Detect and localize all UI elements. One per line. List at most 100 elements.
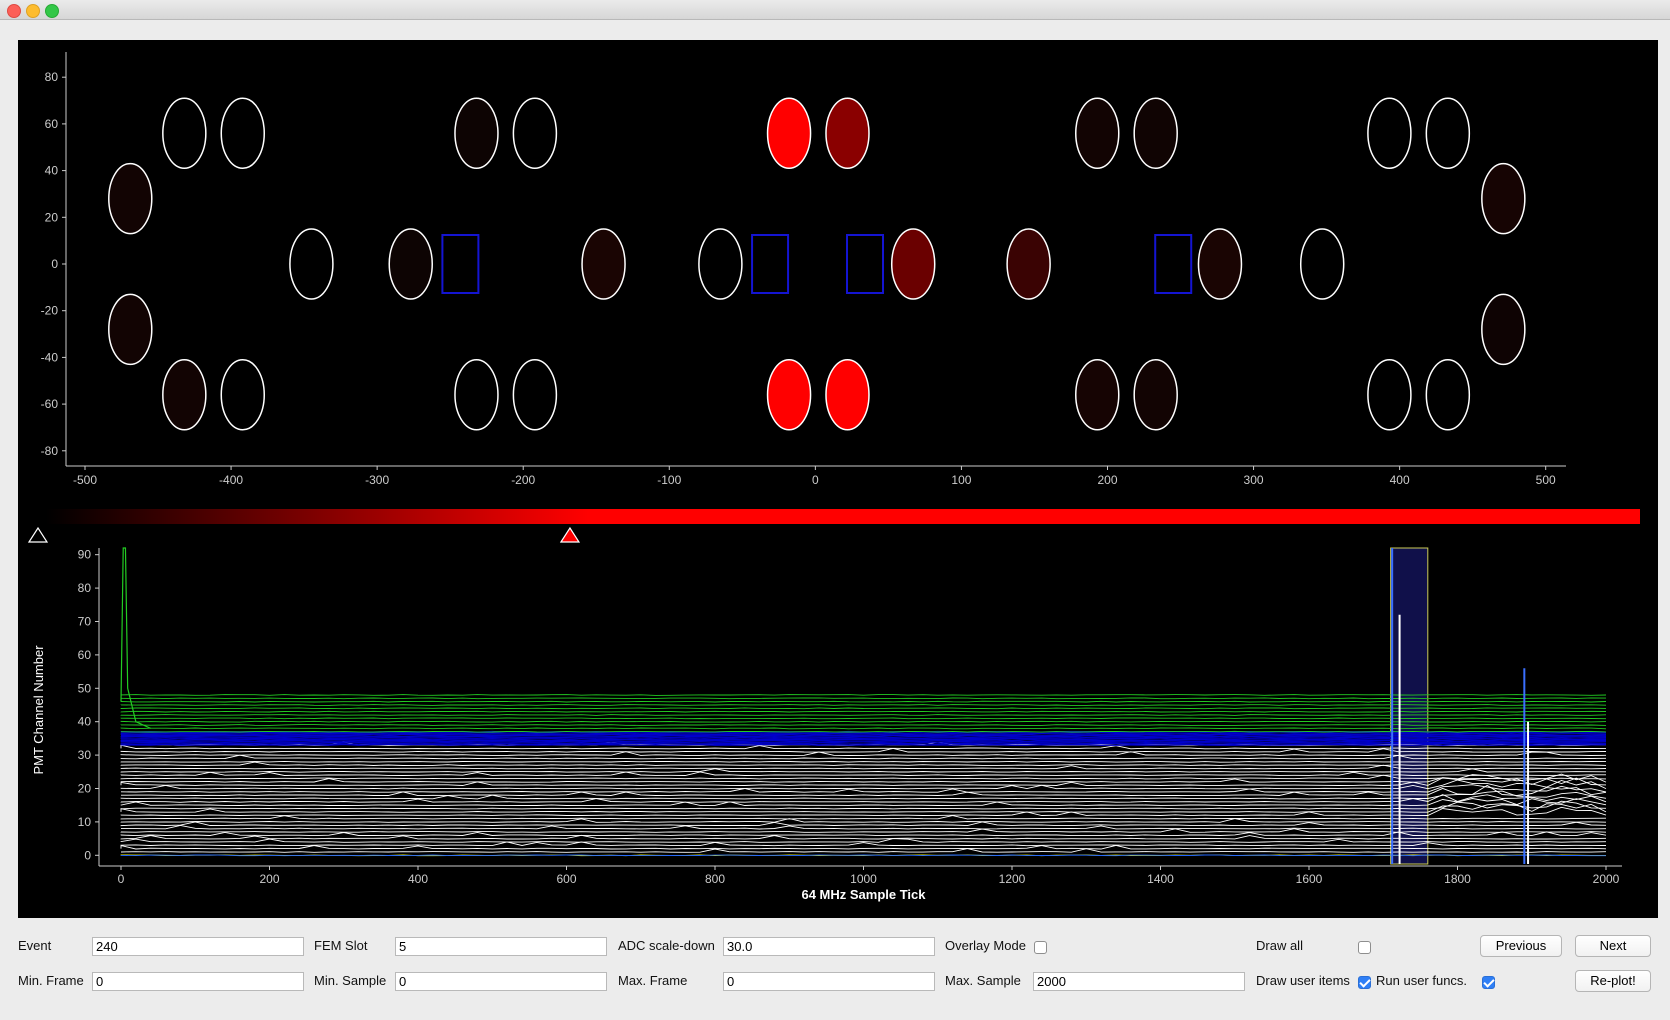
detector-x-tick-label: -100 bbox=[657, 473, 681, 487]
detector-y-tick-label: -20 bbox=[41, 304, 59, 318]
plot-svg: 806040200-20-40-60-80-500 -400 -300 -200 -10… bbox=[27, 52, 1640, 902]
waveform-y-tick-label: 60 bbox=[78, 648, 92, 662]
detector-x-tick-label: -400 bbox=[219, 473, 243, 487]
event-input[interactable] bbox=[92, 937, 304, 956]
pmt-circle bbox=[1425, 359, 1471, 431]
run-user-funcs-checkbox[interactable] bbox=[1482, 976, 1495, 989]
channel-trace bbox=[120, 834, 1607, 840]
detector-y-tick-label: 80 bbox=[45, 70, 59, 84]
color-scale-bar bbox=[46, 509, 1640, 524]
detector-x-tick-label: 500 bbox=[1536, 473, 1556, 487]
replot-button[interactable]: Re-plot! bbox=[1575, 970, 1651, 992]
next-button[interactable]: Next bbox=[1575, 935, 1651, 957]
detector-y-tick-label: -60 bbox=[41, 397, 59, 411]
pmt-circle bbox=[108, 293, 153, 366]
channel-trace bbox=[120, 760, 1607, 763]
detector-x-tick-label: -500 bbox=[73, 473, 97, 487]
detector-x-tick-label: 200 bbox=[1097, 473, 1117, 487]
pmt-circle bbox=[220, 97, 266, 169]
waveform-x-tick-label: 1600 bbox=[1296, 872, 1323, 886]
channel-trace bbox=[120, 704, 1607, 706]
plot-canvas: 80 60 40 20 0 -20 -40 -60 -80 -500 -400 -300 -200 -10… bbox=[18, 40, 1658, 918]
min-sample-input[interactable] bbox=[395, 972, 607, 991]
waveform-series bbox=[120, 730, 1607, 746]
detector-y-tick-label: 20 bbox=[45, 210, 59, 224]
adc-scale-down-label: ADC scale-down bbox=[618, 938, 715, 953]
draw-user-items-checkbox[interactable] bbox=[1358, 976, 1371, 989]
pmt-circle bbox=[890, 228, 936, 300]
pmt-circle bbox=[454, 97, 499, 169]
channel-trace bbox=[120, 717, 1607, 720]
highlight-region bbox=[1390, 547, 1429, 865]
max-frame-input[interactable] bbox=[723, 972, 935, 991]
minimize-window-icon[interactable] bbox=[26, 4, 40, 18]
pmt-circle bbox=[1075, 97, 1120, 169]
max-sample-input[interactable] bbox=[1033, 972, 1245, 991]
pmt-circle bbox=[220, 359, 266, 431]
previous-button[interactable]: Previous bbox=[1480, 935, 1562, 957]
pmt-circle bbox=[512, 359, 558, 431]
pmt-circle bbox=[512, 97, 558, 169]
run-user-funcs-label: Run user funcs. bbox=[1376, 973, 1468, 988]
detector-x-tick-label: 400 bbox=[1390, 473, 1410, 487]
waveform-x-tick-label: 200 bbox=[259, 872, 279, 886]
channel-trace bbox=[120, 727, 1607, 730]
detector-x-tick-label: 100 bbox=[951, 473, 971, 487]
detector-y-tick-label: -80 bbox=[41, 444, 59, 458]
pmt-circle bbox=[1367, 97, 1412, 169]
channel-trace bbox=[120, 774, 1607, 780]
zoom-window-icon[interactable] bbox=[45, 4, 59, 18]
min-frame-label: Min. Frame bbox=[18, 973, 84, 988]
event-label: Event bbox=[18, 938, 52, 953]
detector-y-tick-label: 40 bbox=[45, 164, 59, 178]
pmt-circle bbox=[1133, 97, 1178, 169]
pmt-circle bbox=[1197, 228, 1243, 300]
pmt-circle bbox=[388, 228, 433, 300]
pmt-circle bbox=[162, 359, 207, 431]
min-sample-label: Min. Sample bbox=[314, 973, 387, 988]
detector-y-tick-label: 0 bbox=[51, 257, 58, 271]
max-sample-label: Max. Sample bbox=[945, 973, 1021, 988]
draw-user-items-label: Draw user items bbox=[1256, 973, 1350, 988]
channel-trace bbox=[120, 714, 1607, 716]
waveform-x-tick-label: 1400 bbox=[1147, 872, 1174, 886]
pmt-circle bbox=[1075, 359, 1120, 431]
pmt-circle bbox=[1367, 359, 1412, 431]
channel-trace bbox=[120, 724, 1607, 726]
min-frame-input[interactable] bbox=[92, 972, 304, 991]
channel-trace bbox=[120, 848, 1607, 853]
pmt-circle bbox=[581, 228, 626, 300]
pmt-circle bbox=[162, 97, 207, 169]
channel-trace bbox=[120, 720, 1607, 723]
close-window-icon[interactable] bbox=[7, 4, 21, 18]
pmt-circle bbox=[108, 162, 153, 235]
fem-slot-input[interactable] bbox=[395, 937, 607, 956]
paddle-box bbox=[1154, 234, 1193, 294]
detector-y-tick-label: 60 bbox=[45, 117, 59, 131]
pmt-circle bbox=[1481, 293, 1526, 366]
waveform-y-tick-label: 20 bbox=[78, 781, 92, 795]
paddle-box bbox=[441, 234, 480, 294]
adc-scale-down-input[interactable] bbox=[723, 937, 935, 956]
waveform-y-tick-label: 0 bbox=[84, 848, 91, 862]
channel-trace bbox=[121, 824, 1607, 830]
overlay-mode-checkbox[interactable] bbox=[1034, 941, 1047, 954]
fem-slot-label: FEM Slot bbox=[314, 938, 368, 953]
pmt-circle bbox=[289, 228, 334, 300]
color-scale-low-marker bbox=[27, 526, 49, 543]
detector-x-tick-label: -200 bbox=[511, 473, 535, 487]
pmt-circle bbox=[1481, 162, 1526, 235]
waveform-y-tick-label: 50 bbox=[78, 681, 92, 695]
pmt-circle bbox=[766, 359, 812, 431]
waveform-y-tick-label: 80 bbox=[78, 581, 92, 595]
waveform-y-tick-label: 70 bbox=[78, 614, 92, 628]
waveform-y-tick-label: 30 bbox=[78, 748, 92, 762]
channel-trace bbox=[120, 694, 1607, 696]
draw-all-label: Draw all bbox=[1256, 938, 1303, 953]
waveform-y-tick-label: 90 bbox=[78, 548, 92, 562]
paddle-box bbox=[846, 234, 885, 294]
waveform-y-tick-label: 10 bbox=[78, 815, 92, 829]
channel-trace bbox=[120, 730, 1607, 733]
draw-all-checkbox[interactable] bbox=[1358, 941, 1371, 954]
detector-x-tick-label: -300 bbox=[365, 473, 389, 487]
